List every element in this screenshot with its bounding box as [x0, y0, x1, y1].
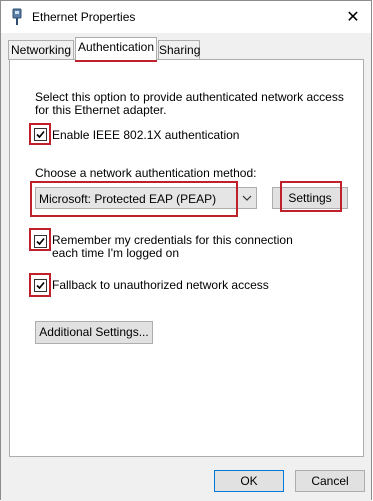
checkmark-icon [36, 237, 45, 246]
tab-sharing-label: Sharing [159, 43, 201, 57]
auth-method-select[interactable]: Microsoft: Protected EAP (PEAP) [35, 187, 257, 209]
ok-button-label: OK [240, 474, 258, 488]
settings-button-label: Settings [288, 191, 332, 205]
cancel-button[interactable]: Cancel [295, 470, 365, 492]
additional-settings-button[interactable]: Additional Settings... [35, 321, 153, 344]
enable-8021x-label[interactable]: Enable IEEE 802.1X authentication [52, 129, 239, 142]
tab-sharing[interactable]: Sharing [158, 40, 200, 60]
auth-method-label: Choose a network authentication method: [35, 166, 257, 180]
title-bar[interactable]: Ethernet Properties ✕ [1, 1, 371, 33]
chevron-down-icon [242, 195, 252, 201]
window-title: Ethernet Properties [32, 10, 136, 24]
ethernet-properties-dialog: Ethernet Properties ✕ Networking Authent… [0, 0, 372, 501]
fallback-label[interactable]: Fallback to unauthorized network access [52, 279, 269, 292]
enable-8021x-checkbox[interactable] [34, 128, 47, 141]
tab-networking[interactable]: Networking [8, 40, 74, 60]
remember-credentials-checkbox[interactable] [34, 235, 47, 248]
close-button[interactable]: ✕ [335, 1, 371, 33]
tab-authentication-label: Authentication [77, 40, 155, 54]
remember-credentials-label[interactable]: Remember my credentials for this connect… [52, 234, 302, 260]
auth-description: Select this option to provide authentica… [35, 90, 344, 117]
cancel-button-label: Cancel [311, 474, 349, 488]
tab-networking-label: Networking [10, 43, 72, 57]
tab-authentication[interactable]: Authentication [75, 37, 157, 60]
checkmark-icon [36, 281, 45, 290]
settings-button[interactable]: Settings [272, 187, 348, 209]
network-adapter-icon [12, 8, 22, 25]
additional-settings-label: Additional Settings... [39, 325, 149, 339]
ok-button[interactable]: OK [214, 470, 284, 492]
checkmark-icon [36, 130, 45, 139]
fallback-checkbox[interactable] [34, 279, 47, 292]
close-icon: ✕ [346, 9, 360, 26]
auth-method-selected: Microsoft: Protected EAP (PEAP) [39, 192, 217, 206]
